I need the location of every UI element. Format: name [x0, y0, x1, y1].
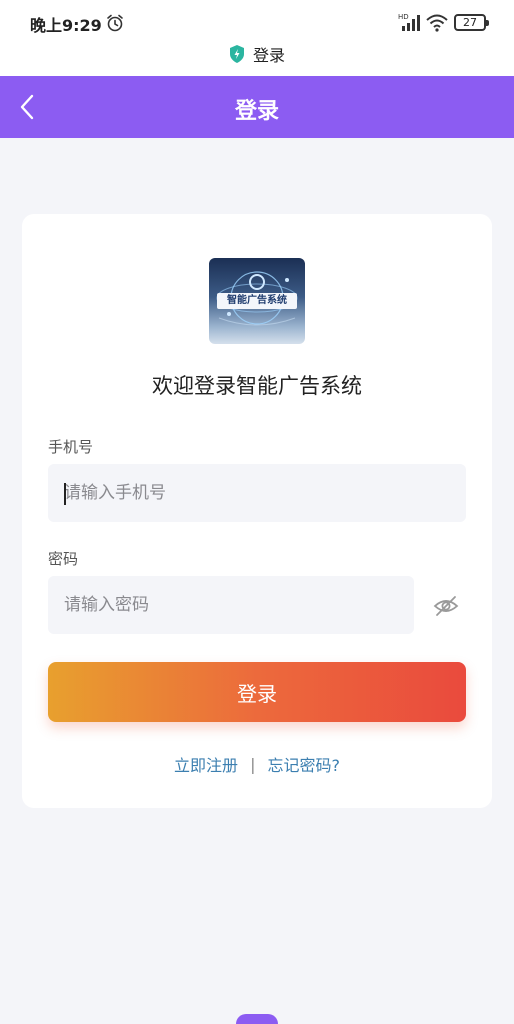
forgot-password-link[interactable]: 忘记密码? [267, 752, 340, 776]
link-separator: | [250, 754, 256, 774]
nav-bar: 登录 [0, 76, 514, 138]
app-logo: 智能广告系统 [209, 258, 305, 344]
floating-home-button[interactable] [236, 1014, 278, 1024]
phone-input[interactable] [48, 464, 466, 522]
password-field-container [48, 576, 414, 634]
status-bar: 晚上9:29 HD 27 登录 [0, 0, 514, 76]
phone-label: 手机号 [48, 438, 94, 456]
status-time: 晚上9:29 [30, 16, 102, 35]
register-link[interactable]: 立即注册 [174, 752, 238, 776]
page-caption: 登录 [0, 42, 514, 66]
login-card: 智能广告系统 欢迎登录智能广告系统 手机号 密码 登录 立即注册 | 忘记密码? [22, 214, 492, 808]
auth-links: 立即注册 | 忘记密码? [22, 752, 492, 776]
network-badge: HD [398, 13, 409, 21]
password-label: 密码 [48, 550, 79, 568]
page-caption-title: 登录 [252, 46, 285, 65]
alarm-clock-icon [107, 14, 123, 32]
text-cursor [64, 483, 66, 505]
logo-text: 智能广告系统 [217, 293, 297, 309]
password-input[interactable] [48, 576, 414, 634]
welcome-heading: 欢迎登录智能广告系统 [152, 374, 362, 398]
login-button[interactable]: 登录 [48, 662, 466, 722]
phone-field-container [48, 464, 466, 522]
signal-icon: HD [398, 13, 420, 31]
wifi-icon [426, 14, 448, 32]
nav-title: 登录 [234, 99, 279, 124]
battery-indicator: 27 [454, 14, 489, 31]
eye-off-icon[interactable] [433, 594, 459, 618]
shield-icon [229, 45, 244, 63]
